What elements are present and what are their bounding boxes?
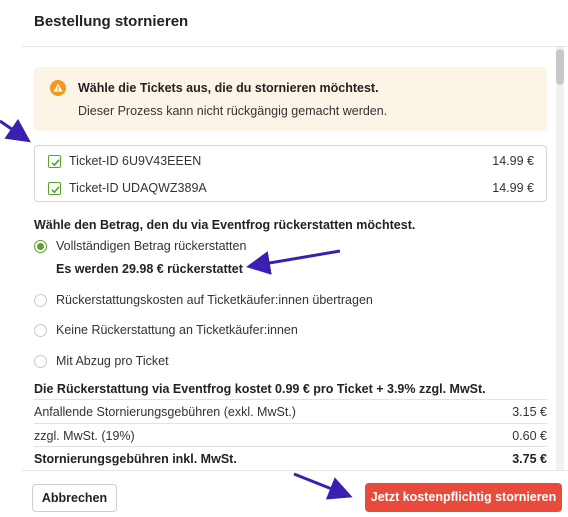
warning-icon [50, 80, 66, 96]
dialog-header: Bestellung stornieren [0, 0, 568, 46]
warning-banner: Wähle die Tickets aus, die du stornieren… [34, 67, 547, 131]
fee-value: 0.60 € [512, 429, 547, 443]
footer-divider [22, 470, 568, 471]
arrow-annotation [0, 118, 31, 143]
fee-total-label: Stornierungsgebühren inkl. MwSt. [34, 452, 237, 466]
radio-full-refund[interactable] [34, 240, 47, 253]
fee-total-value: 3.75 € [512, 452, 547, 466]
dialog-title: Bestellung stornieren [34, 13, 189, 30]
ticket-price: 14.99 € [492, 154, 534, 168]
ticket-checkbox[interactable] [48, 182, 61, 195]
radio-label-full-refund[interactable]: Vollständigen Betrag rückerstatten [56, 239, 246, 253]
ticket-list: Ticket-ID 6U9V43EEEN 14.99 € Ticket-ID U… [34, 145, 547, 202]
fee-row: Anfallende Stornierungsgebühren (exkl. M… [34, 399, 547, 423]
refund-amount-summary: Es werden 29.98 € rückerstattet [56, 262, 243, 276]
confirm-button-label: Jetzt kostenpflichtig stornieren [370, 490, 557, 504]
radio-label-transfer-costs[interactable]: Rückerstattungskosten auf Ticketkäufer:i… [56, 293, 373, 307]
ticket-id: Ticket-ID UDAQWZ389A [69, 181, 207, 195]
fee-row: zzgl. MwSt. (19%) 0.60 € [34, 423, 547, 447]
fee-value: 3.15 € [512, 405, 547, 419]
radio-no-refund[interactable] [34, 324, 47, 337]
warning-text: Dieser Prozess kann nicht rückgängig gem… [78, 104, 388, 118]
fee-heading: Die Rückerstattung via Eventfrog kostet … [34, 382, 486, 396]
radio-label-no-refund[interactable]: Keine Rückerstattung an Ticketkäufer:inn… [56, 323, 298, 337]
check-icon [51, 186, 60, 194]
ticket-checkbox[interactable] [48, 155, 61, 168]
arrow-annotation [246, 249, 341, 275]
cancel-button[interactable]: Abbrechen [32, 484, 117, 512]
fee-label: Anfallende Stornierungsgebühren (exkl. M… [34, 405, 296, 419]
ticket-row[interactable]: Ticket-ID 6U9V43EEEN 14.99 € [35, 148, 546, 175]
ticket-row[interactable]: Ticket-ID UDAQWZ389A 14.99 € [35, 175, 546, 202]
check-icon [51, 159, 60, 167]
scrollbar[interactable] [556, 47, 564, 471]
confirm-cancellation-button[interactable]: Jetzt kostenpflichtig stornieren [365, 483, 562, 512]
scrollbar-thumb[interactable] [556, 49, 564, 85]
radio-transfer-costs[interactable] [34, 294, 47, 307]
ticket-id: Ticket-ID 6U9V43EEEN [69, 154, 202, 168]
radio-deduction-per-ticket[interactable] [34, 355, 47, 368]
header-divider [22, 46, 568, 47]
radio-label-deduction-per-ticket[interactable]: Mit Abzug pro Ticket [56, 354, 169, 368]
arrow-annotation [293, 472, 353, 500]
fee-total-row: Stornierungsgebühren inkl. MwSt. 3.75 € [34, 446, 547, 470]
fee-label: zzgl. MwSt. (19%) [34, 429, 135, 443]
ticket-price: 14.99 € [492, 181, 534, 195]
refund-heading: Wähle den Betrag, den du via Eventfrog r… [34, 218, 416, 232]
cancel-button-label: Abbrechen [41, 491, 108, 505]
warning-title: Wähle die Tickets aus, die du stornieren… [78, 81, 379, 95]
